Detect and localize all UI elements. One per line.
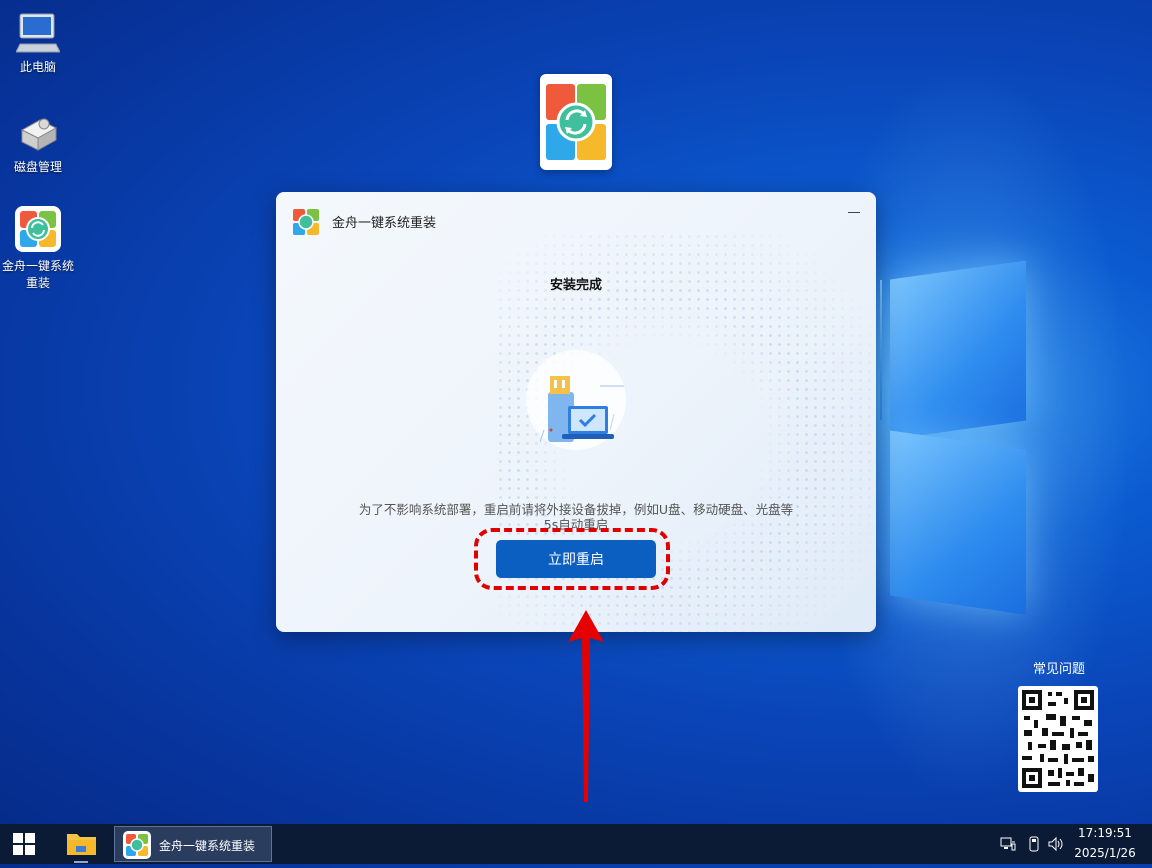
desktop-icon-label: 金舟一键系统: [1, 259, 74, 273]
taskbar-app-jinzhou[interactable]: 金舟一键系统重装: [114, 826, 272, 862]
faq-label: 常见问题: [1032, 662, 1085, 677]
desktop-icon-label: 磁盘管理: [13, 160, 62, 174]
taskbar-clock-time[interactable]: 17:19:51: [1070, 826, 1140, 840]
desktop-icon-this-pc[interactable]: 此电脑: [0, 10, 76, 75]
taskbar-file-explorer[interactable]: [56, 824, 106, 864]
network-icon[interactable]: [1000, 836, 1016, 852]
jinzhou-taskbar-icon: [123, 831, 151, 859]
computer-icon: [15, 10, 61, 54]
taskbar: 金舟一键系统重装: [0, 824, 1152, 864]
disk-icon: [16, 110, 60, 154]
desktop-icon-label: 重装: [25, 276, 50, 290]
install-complete-heading: 安装完成: [549, 278, 602, 293]
desktop-icon-label: 此电脑: [19, 60, 56, 74]
folder-icon: [67, 834, 96, 863]
windows-start-icon: [13, 833, 35, 855]
highlight-annotation-box: [474, 528, 670, 590]
taskbar-clock-date[interactable]: 2025/1/26: [1070, 846, 1140, 860]
windows-logo-wallpaper: [880, 240, 1030, 620]
taskbar-app-label: 金舟一键系统重装: [159, 839, 256, 853]
desktop-icon-disk-management[interactable]: 磁盘管理: [0, 110, 76, 175]
minimize-button[interactable]: [846, 204, 862, 220]
desktop-icon-jinzhou-reinstall[interactable]: 金舟一键系统 重装: [0, 205, 76, 291]
volume-icon[interactable]: [1048, 836, 1064, 852]
faq-qr-code[interactable]: [1018, 686, 1098, 792]
jinzhou-app-icon: [14, 205, 62, 253]
dialog-title: 金舟一键系统重装: [332, 216, 437, 231]
usb-device-icon[interactable]: [1026, 836, 1042, 852]
jinzhou-logo-icon: [546, 84, 606, 160]
app-splash-logo: [540, 74, 612, 170]
red-arrow-annotation-icon: [568, 610, 604, 802]
dialog-app-icon: [292, 208, 320, 236]
usb-laptop-illustration: [520, 350, 632, 450]
start-button[interactable]: [0, 824, 48, 864]
